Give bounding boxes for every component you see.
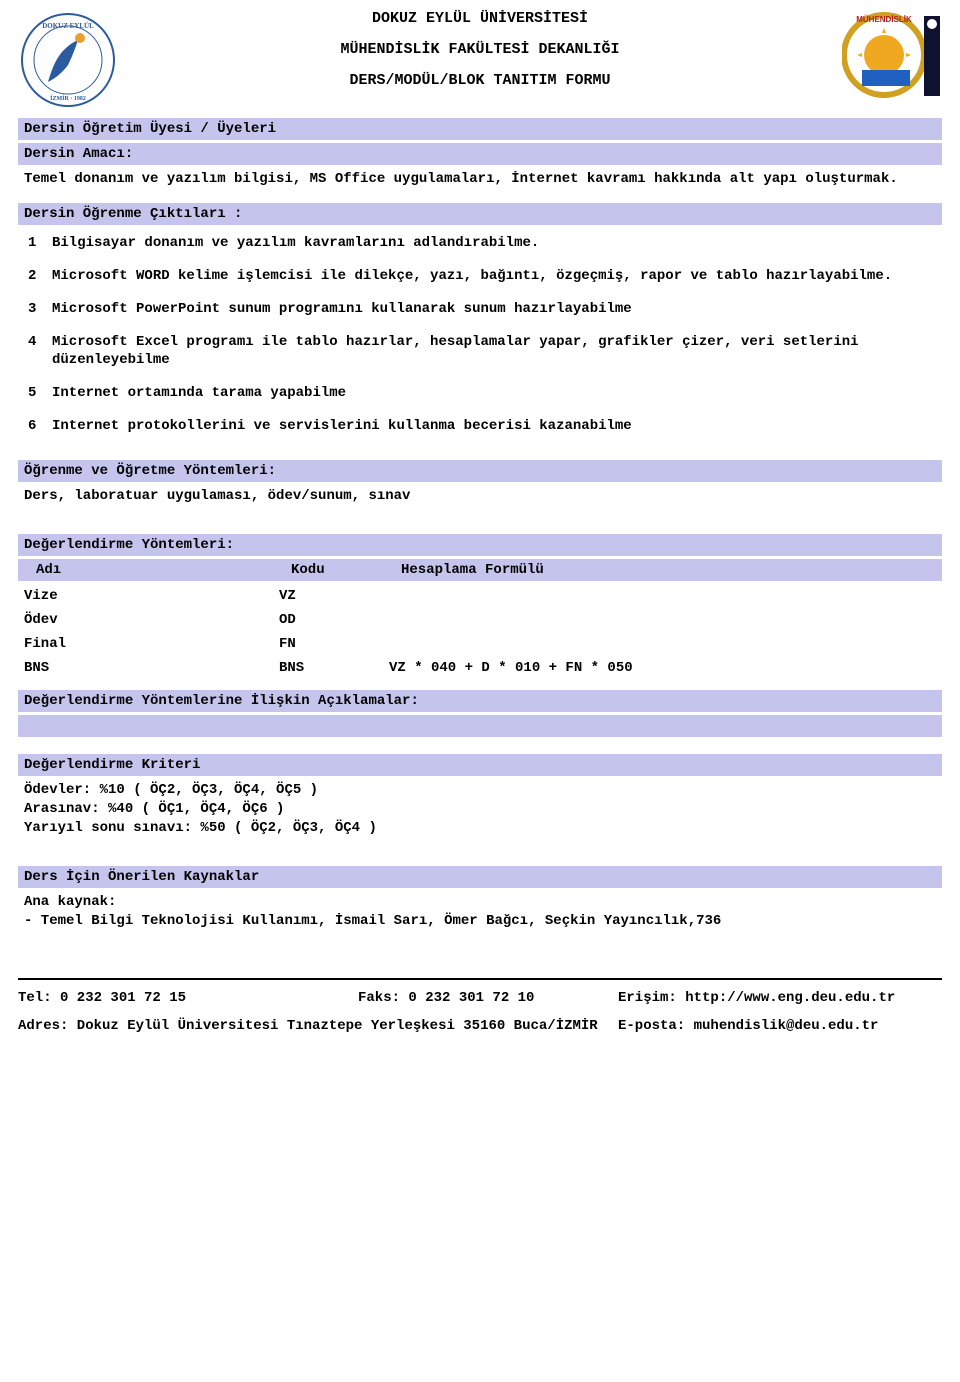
criteria-bar: Değerlendirme Kriteri — [18, 754, 942, 776]
methods-text: Ders, laboratuar uygulaması, ödev/sunum,… — [18, 485, 942, 520]
outcome-row: 3 Microsoft PowerPoint sunum programını … — [24, 300, 936, 319]
svg-text:MÜHENDİSLİK: MÜHENDİSLİK — [856, 15, 912, 24]
eval-name: Final — [24, 636, 279, 652]
eval-notes-bar: Değerlendirme Yöntemlerine İlişkin Açıkl… — [18, 690, 942, 712]
criteria-line: Arasınav: %40 ( ÖÇ1, ÖÇ4, ÖÇ6 ) — [24, 800, 936, 819]
outcome-num: 5 — [24, 384, 52, 403]
footer-web: Erişim: http://www.eng.deu.edu.tr — [618, 990, 942, 1006]
svg-text:DOKUZ EYLÜL: DOKUZ EYLÜL — [42, 22, 94, 30]
outcome-row: 4 Microsoft Excel programı ile tablo haz… — [24, 333, 936, 371]
eval-bar: Değerlendirme Yöntemleri: — [18, 534, 942, 556]
svg-text:İZMİR · 1982: İZMİR · 1982 — [50, 95, 86, 102]
criteria-line: Ödevler: %10 ( ÖÇ2, ÖÇ3, ÖÇ4, ÖÇ5 ) — [24, 781, 936, 800]
outcome-num: 4 — [24, 333, 52, 371]
spacer — [18, 520, 942, 534]
outcome-text: Bilgisayar donanım ve yazılım kavramları… — [52, 234, 936, 253]
eval-formula: VZ * 040 + D * 010 + FN * 050 — [389, 660, 936, 676]
eval-name: BNS — [24, 660, 279, 676]
eval-formula — [389, 636, 936, 652]
eval-formula — [389, 612, 936, 628]
outcome-text: Internet ortamında tarama yapabilme — [52, 384, 936, 403]
faculty-logo: MÜHENDİSLİK — [842, 10, 942, 110]
footer: Tel: 0 232 301 72 15 Faks: 0 232 301 72 … — [18, 978, 942, 1052]
resources-text: Ana kaynak: - Temel Bilgi Teknolojisi Ku… — [18, 891, 942, 945]
header-title-3: DERS/MODÜL/BLOK TANITIM FORMU — [118, 72, 842, 89]
eval-table: Vize VZ Ödev OD Final FN BNS BNS VZ * 04… — [18, 584, 942, 690]
resources-line: - Temel Bilgi Teknolojisi Kullanımı, İsm… — [24, 912, 936, 931]
eval-formula — [389, 588, 936, 604]
outcome-row: 1 Bilgisayar donanım ve yazılım kavramla… — [24, 234, 936, 253]
outcome-text: Microsoft Excel programı ile tablo hazır… — [52, 333, 936, 371]
eval-header-formula: Hesaplama Formülü — [401, 562, 936, 578]
outcome-num: 6 — [24, 417, 52, 436]
eval-code: FN — [279, 636, 389, 652]
footer-email: E-posta: muhendislik@deu.edu.tr — [618, 1018, 942, 1034]
footer-address: Adres: Dokuz Eylül Üniversitesi Tınaztep… — [18, 1018, 618, 1034]
eval-row: Ödev OD — [24, 612, 936, 628]
eval-notes-empty — [18, 715, 942, 737]
outcome-row: 5 Internet ortamında tarama yapabilme — [24, 384, 936, 403]
outcome-text: Microsoft WORD kelime işlemcisi ile dile… — [52, 267, 936, 286]
eval-code: VZ — [279, 588, 389, 604]
deu-logo-icon: DOKUZ EYLÜL İZMİR · 1982 — [18, 10, 118, 110]
footer-fax: Faks: 0 232 301 72 10 — [358, 990, 618, 1006]
header-title-2: MÜHENDİSLİK FAKÜLTESİ DEKANLIĞI — [118, 41, 842, 58]
aim-text: Temel donanım ve yazılım bilgisi, MS Off… — [18, 168, 942, 203]
eval-name: Vize — [24, 588, 279, 604]
outcome-row: 2 Microsoft WORD kelime işlemcisi ile di… — [24, 267, 936, 286]
eval-name: Ödev — [24, 612, 279, 628]
content: Dersin Öğretim Üyesi / Üyeleri Dersin Am… — [0, 110, 960, 944]
eval-row: Vize VZ — [24, 588, 936, 604]
eval-code: BNS — [279, 660, 389, 676]
faculty-logo-icon: MÜHENDİSLİK — [842, 10, 942, 110]
eval-header-code: Kodu — [291, 562, 401, 578]
footer-row-2: Adres: Dokuz Eylül Üniversitesi Tınaztep… — [18, 1018, 942, 1034]
eval-header-name: Adı — [36, 562, 291, 578]
criteria-line: Yarıyıl sonu sınavı: %50 ( ÖÇ2, ÖÇ3, ÖÇ4… — [24, 819, 936, 838]
header-titles: DOKUZ EYLÜL ÜNİVERSİTESİ MÜHENDİSLİK FAK… — [118, 10, 842, 103]
instructor-bar: Dersin Öğretim Üyesi / Üyeleri — [18, 118, 942, 140]
resources-bar: Ders İçin Önerilen Kaynaklar — [18, 866, 942, 888]
spacer — [18, 852, 942, 866]
outcomes-bar: Dersin Öğrenme Çıktıları : — [18, 203, 942, 225]
resources-title: Ana kaynak: — [24, 893, 936, 912]
outcome-text: Internet protokollerini ve servislerini … — [52, 417, 936, 436]
aim-bar: Dersin Amacı: — [18, 143, 942, 165]
outcome-num: 3 — [24, 300, 52, 319]
methods-bar: Öğrenme ve Öğretme Yöntemleri: — [18, 460, 942, 482]
outcome-num: 1 — [24, 234, 52, 253]
outcome-row: 6 Internet protokollerini ve servislerin… — [24, 417, 936, 436]
outcome-num: 2 — [24, 267, 52, 286]
header-title-1: DOKUZ EYLÜL ÜNİVERSİTESİ — [118, 10, 842, 27]
deu-logo: DOKUZ EYLÜL İZMİR · 1982 — [18, 10, 118, 110]
outcomes-list: 1 Bilgisayar donanım ve yazılım kavramla… — [18, 228, 942, 460]
outcome-text: Microsoft PowerPoint sunum programını ku… — [52, 300, 936, 319]
spacer — [18, 740, 942, 754]
header-row: DOKUZ EYLÜL İZMİR · 1982 DOKUZ EYLÜL ÜNİ… — [0, 0, 960, 110]
criteria-text: Ödevler: %10 ( ÖÇ2, ÖÇ3, ÖÇ4, ÖÇ5 ) Aras… — [18, 779, 942, 852]
footer-row-1: Tel: 0 232 301 72 15 Faks: 0 232 301 72 … — [18, 990, 942, 1006]
footer-tel: Tel: 0 232 301 72 15 — [18, 990, 358, 1006]
eval-header-row: Adı Kodu Hesaplama Formülü — [18, 559, 942, 581]
eval-row: BNS BNS VZ * 040 + D * 010 + FN * 050 — [24, 660, 936, 676]
eval-code: OD — [279, 612, 389, 628]
eval-row: Final FN — [24, 636, 936, 652]
